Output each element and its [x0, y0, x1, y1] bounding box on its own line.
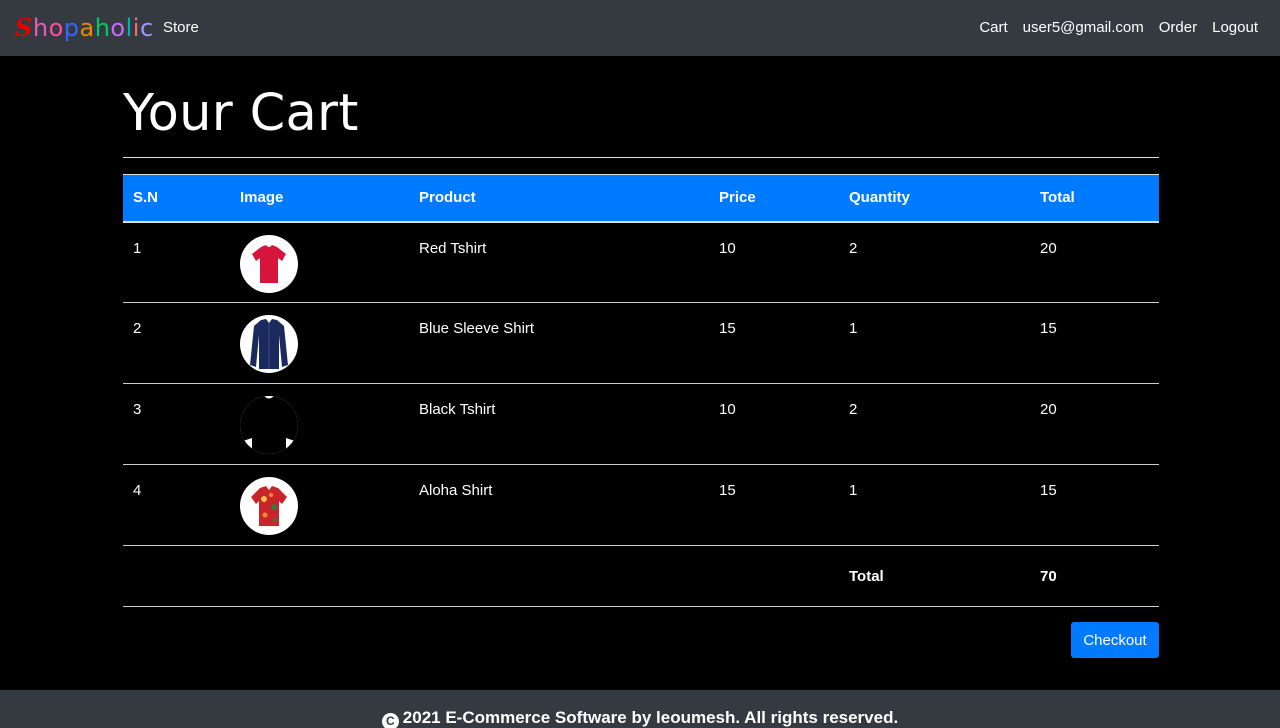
- row-product: Blue Sleeve Shirt: [409, 302, 709, 384]
- brand-letter: h: [32, 14, 49, 42]
- nav-logout-link[interactable]: Logout: [1212, 19, 1258, 36]
- header-quantity: Quantity: [839, 174, 1030, 223]
- row-quantity: 2: [839, 221, 1030, 303]
- row-total: 20: [1030, 221, 1159, 303]
- brand-letter: c: [139, 14, 154, 42]
- row-total: 15: [1030, 302, 1159, 384]
- aloha-shirt-icon: [240, 477, 298, 535]
- title-divider: [123, 157, 1159, 158]
- page-title: Your Cart: [123, 84, 359, 143]
- checkout-button[interactable]: Checkout: [1071, 622, 1159, 658]
- brand-letter: h: [94, 14, 111, 42]
- row-price: 10: [709, 221, 839, 303]
- nav-store-link[interactable]: Store: [163, 19, 199, 36]
- row-price: 10: [709, 383, 839, 465]
- brand-logo[interactable]: Shopaholic: [15, 13, 154, 43]
- header-product: Product: [409, 174, 709, 223]
- row-image-cell: [230, 464, 409, 546]
- copyright-icon: C: [381, 713, 399, 728]
- header-sn: S.N: [123, 174, 230, 223]
- header-total: Total: [1030, 174, 1159, 223]
- footer-text: 2021 E-Commerce Software by leoumesh. Al…: [402, 708, 899, 727]
- row-product: Black Tshirt: [409, 383, 709, 465]
- nav-right-links: Cart user5@gmail.com Order Logout: [979, 19, 1258, 36]
- header-image: Image: [230, 174, 409, 223]
- brand-letter: p: [63, 14, 80, 42]
- blue-sleeve-shirt-icon: [240, 315, 298, 373]
- cart-total-row: Total 70: [123, 545, 1159, 607]
- table-row: 4 Aloha Shirt 15 1 15: [123, 464, 1159, 546]
- footer: C 2021 E-Commerce Software by leoumesh. A…: [0, 690, 1280, 728]
- row-price: 15: [709, 464, 839, 546]
- brand-letter: o: [110, 14, 126, 42]
- brand-letter: S: [15, 13, 33, 42]
- row-quantity: 1: [839, 464, 1030, 546]
- brand-letter: o: [48, 14, 64, 42]
- nav-cart-link[interactable]: Cart: [979, 19, 1007, 36]
- row-sn: 1: [123, 221, 230, 303]
- row-image-cell: [230, 221, 409, 303]
- nav-order-link[interactable]: Order: [1159, 19, 1197, 36]
- table-row: 1 Red Tshirt 10 2 20: [123, 221, 1159, 303]
- total-value: 70: [1030, 545, 1159, 607]
- header-price: Price: [709, 174, 839, 223]
- table-row: 2 Blue Sleeve Shirt 15 1 15: [123, 302, 1159, 384]
- row-quantity: 1: [839, 302, 1030, 384]
- navbar: Shopaholic Store Cart user5@gmail.com Or…: [0, 0, 1280, 56]
- row-sn: 4: [123, 464, 230, 546]
- table-header-row: S.N Image Product Price Quantity Total: [123, 174, 1159, 223]
- row-total: 20: [1030, 383, 1159, 465]
- cart-table: S.N Image Product Price Quantity Total 1…: [123, 174, 1159, 607]
- row-price: 15: [709, 302, 839, 384]
- table-row: 3 Black Tshirt 10 2 20: [123, 383, 1159, 465]
- row-total: 15: [1030, 464, 1159, 546]
- row-image-cell: [230, 302, 409, 384]
- red-tshirt-icon: [240, 234, 298, 293]
- brand-letter: l: [125, 14, 133, 42]
- brand-letter: i: [132, 14, 140, 42]
- nav-user-email-link[interactable]: user5@gmail.com: [1023, 19, 1144, 36]
- row-product: Aloha Shirt: [409, 464, 709, 546]
- cart-container: Your Cart S.N Image Product Price Quanti…: [123, 56, 1159, 658]
- row-image-cell: [230, 383, 409, 465]
- row-quantity: 2: [839, 383, 1030, 465]
- total-label: Total: [839, 545, 1030, 607]
- black-tshirt-icon: [240, 396, 298, 454]
- brand-letter: a: [79, 14, 95, 42]
- row-sn: 3: [123, 383, 230, 465]
- row-sn: 2: [123, 302, 230, 384]
- row-product: Red Tshirt: [409, 221, 709, 303]
